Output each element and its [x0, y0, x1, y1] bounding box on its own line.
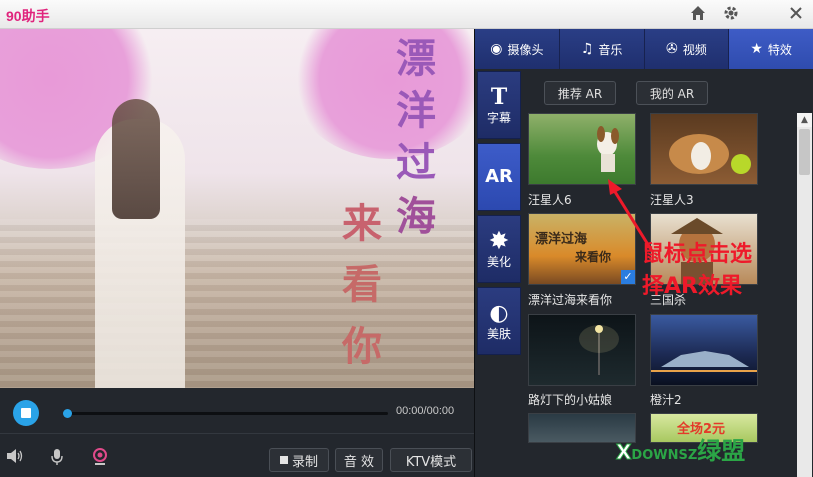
- tab-webcam[interactable]: ◉ 摄像头: [475, 29, 560, 69]
- overlay-char: 过: [396, 139, 436, 186]
- overlay-char: 洋: [396, 87, 436, 134]
- speaker-icon[interactable]: [6, 448, 24, 468]
- overlay-char: 漂: [396, 35, 436, 82]
- main-tabs: ◉ 摄像头 ♫ 音乐 ✇ 视频 ★ 特效: [475, 29, 813, 69]
- app-title: 90助手: [6, 8, 50, 24]
- tab-label: 音乐: [598, 42, 623, 57]
- pink-cloud-decoration: [290, 29, 474, 159]
- divider: [0, 433, 474, 434]
- time-display: 00:00/00:00: [396, 405, 455, 417]
- ktv-mode-button[interactable]: KTV模式: [390, 448, 472, 472]
- ar-item-label: 漂洋过海来看你: [528, 293, 613, 307]
- record-button[interactable]: 录制: [269, 448, 329, 472]
- ar-item-label: 路灯下的小姑娘: [528, 393, 613, 407]
- streetlamp-image: [579, 325, 619, 375]
- webcam-icon: ◉: [490, 41, 503, 57]
- close-icon[interactable]: [784, 2, 808, 24]
- tab-video[interactable]: ✇ 视频: [645, 29, 730, 69]
- sparkle-icon: ✸: [489, 227, 509, 254]
- video-preview: 漂 洋 过 海 来 看 你: [0, 29, 474, 388]
- text-icon: T: [490, 83, 508, 110]
- ar-thumbnail[interactable]: [650, 113, 758, 185]
- overlay-char: 来: [342, 200, 382, 247]
- sound-effect-button[interactable]: 音 效: [335, 448, 383, 472]
- overlay-char: 看: [342, 261, 382, 308]
- record-label: 录制: [291, 454, 318, 470]
- scroll-thumb[interactable]: [799, 129, 810, 175]
- tab-music[interactable]: ♫ 音乐: [560, 29, 645, 69]
- record-icon: [279, 456, 288, 464]
- progress-knob[interactable]: [63, 409, 72, 418]
- dog-image: [669, 134, 751, 174]
- side-tab-label: 美肤: [486, 326, 511, 341]
- scrollbar[interactable]: ▲: [797, 113, 812, 477]
- watermark-brand: DOWNSZ: [631, 448, 698, 463]
- app-window: 90助手 漂 洋 过 海 来 看 你 00:00/00:00 录制 音 效 KT…: [0, 0, 813, 477]
- thumb-text: 漂洋过海: [535, 232, 588, 247]
- annotation-text: 鼠标点击选: [642, 242, 753, 267]
- tab-label: 特效: [767, 42, 792, 57]
- side-tab-subtitle[interactable]: T 字幕: [477, 71, 521, 139]
- watermark-logo: XDOWNSZ绿盟: [615, 431, 746, 466]
- home-icon[interactable]: [686, 2, 710, 24]
- my-ar-button[interactable]: 我的 AR: [636, 81, 708, 105]
- watermark-x: X: [615, 440, 632, 465]
- annotation-text: 择AR效果: [642, 274, 742, 299]
- recommended-ar-button[interactable]: 推荐 AR: [544, 81, 616, 105]
- ar-icon: AR: [485, 166, 513, 187]
- sound-effect-label: 音 效: [343, 454, 375, 470]
- overlay-char: 你: [342, 323, 382, 370]
- side-tab-label: 美化: [486, 254, 511, 269]
- side-tabs: T 字幕 AR ✸ 美化 ◐ 美肤: [477, 71, 521, 355]
- scroll-up-arrow-icon[interactable]: ▲: [797, 113, 812, 127]
- side-tab-label: 字幕: [486, 110, 511, 125]
- side-tab-skin[interactable]: ◐ 美肤: [477, 287, 521, 355]
- watermark-cn: 绿盟: [697, 437, 746, 465]
- contrast-icon: ◐: [489, 299, 509, 326]
- tab-label: 视频: [682, 42, 707, 57]
- ktv-mode-label: KTV模式: [405, 454, 457, 470]
- music-note-icon: ♫: [580, 41, 594, 57]
- sea-background: [0, 219, 474, 388]
- girl-hair: [112, 99, 160, 219]
- checkmark-icon: ✓: [621, 270, 635, 284]
- player-controls: 00:00/00:00 录制 音 效 KTV模式: [0, 388, 474, 477]
- title-bar: 90助手: [0, 0, 813, 29]
- ar-thumbnail[interactable]: [528, 314, 636, 386]
- microphone-icon[interactable]: [50, 448, 64, 470]
- tab-effects[interactable]: ★ 特效: [729, 29, 813, 69]
- ar-thumbnail[interactable]: [650, 314, 758, 386]
- webcam-icon[interactable]: [92, 448, 108, 470]
- film-reel-icon: ✇: [666, 41, 678, 57]
- city-night-image: [651, 351, 757, 372]
- gear-icon[interactable]: [719, 2, 743, 24]
- stop-icon: [21, 408, 31, 418]
- side-tab-ar[interactable]: AR: [477, 143, 521, 211]
- tab-label: 摄像头: [507, 42, 544, 57]
- stop-button[interactable]: [13, 400, 39, 426]
- progress-bar[interactable]: [63, 409, 388, 418]
- overlay-char: 海: [396, 193, 436, 240]
- star-icon: ★: [750, 41, 763, 57]
- ar-item-label: 橙汁2: [650, 393, 682, 407]
- ar-item-label: 汪星人6: [528, 193, 572, 207]
- side-tab-beautify[interactable]: ✸ 美化: [477, 215, 521, 283]
